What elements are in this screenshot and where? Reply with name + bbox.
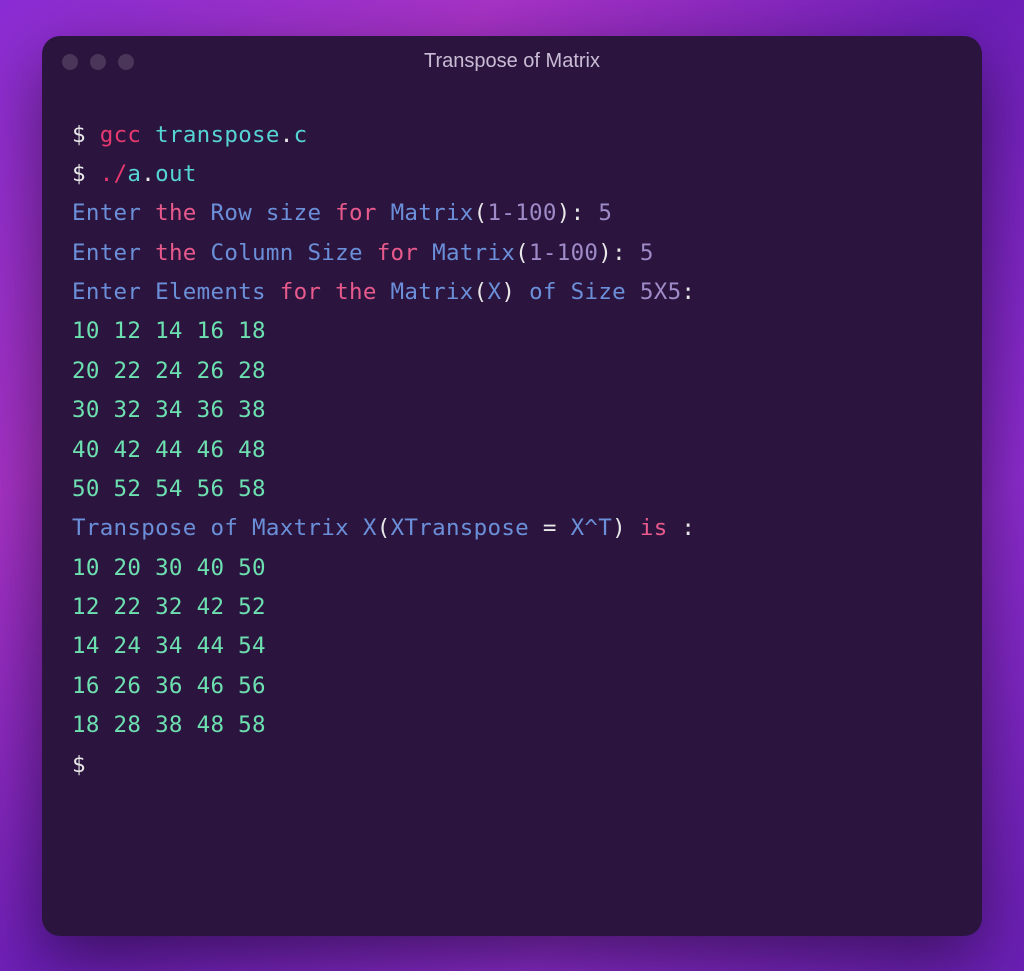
terminal-window: Transpose of Matrix $ gcc transpose.c $ …	[42, 36, 982, 936]
dot: .	[280, 122, 294, 148]
terminal-body[interactable]: $ gcc transpose.c $ ./a.out Enter the Ro…	[42, 88, 982, 936]
command-line-1: $ gcc transpose.c	[72, 116, 952, 155]
matrix-row: 40 42 44 46 48	[72, 431, 952, 470]
src-file: transpose	[155, 122, 280, 148]
matrix-row: 30 32 34 36 38	[72, 391, 952, 430]
transpose-row: 16 26 36 46 56	[72, 667, 952, 706]
row-size-prompt: Enter the Row size for Matrix(1-100): 5	[72, 194, 952, 233]
matrix-row: 50 52 54 56 58	[72, 470, 952, 509]
transpose-row: 12 22 32 42 52	[72, 588, 952, 627]
col-size-prompt: Enter the Column Size for Matrix(1-100):…	[72, 234, 952, 273]
close-icon[interactable]	[62, 54, 78, 70]
minimize-icon[interactable]	[90, 54, 106, 70]
elements-prompt: Enter Elements for the Matrix(X) of Size…	[72, 273, 952, 312]
run-out: out	[155, 161, 197, 187]
ext: c	[294, 122, 308, 148]
window-title: Transpose of Matrix	[424, 50, 600, 73]
matrix-row: 20 22 24 26 28	[72, 352, 952, 391]
prompt: $	[72, 161, 86, 187]
titlebar: Transpose of Matrix	[42, 36, 982, 88]
row-size-value: 5	[598, 200, 612, 226]
empty-prompt: $	[72, 746, 952, 785]
gcc-cmd: gcc	[100, 122, 142, 148]
transpose-row: 10 20 30 40 50	[72, 549, 952, 588]
command-line-2: $ ./a.out	[72, 155, 952, 194]
traffic-lights	[62, 54, 134, 70]
transpose-row: 18 28 38 48 58	[72, 706, 952, 745]
prompt: $	[72, 752, 86, 778]
transpose-row: 14 24 34 44 54	[72, 627, 952, 666]
run-a: a	[127, 161, 141, 187]
run-dotslash: ./	[100, 161, 128, 187]
dot: .	[141, 161, 155, 187]
prompt: $	[72, 122, 86, 148]
matrix-row: 10 12 14 16 18	[72, 312, 952, 351]
col-size-value: 5	[640, 240, 654, 266]
maximize-icon[interactable]	[118, 54, 134, 70]
transpose-label: Transpose of Maxtrix X(XTranspose = X^T)…	[72, 509, 952, 548]
